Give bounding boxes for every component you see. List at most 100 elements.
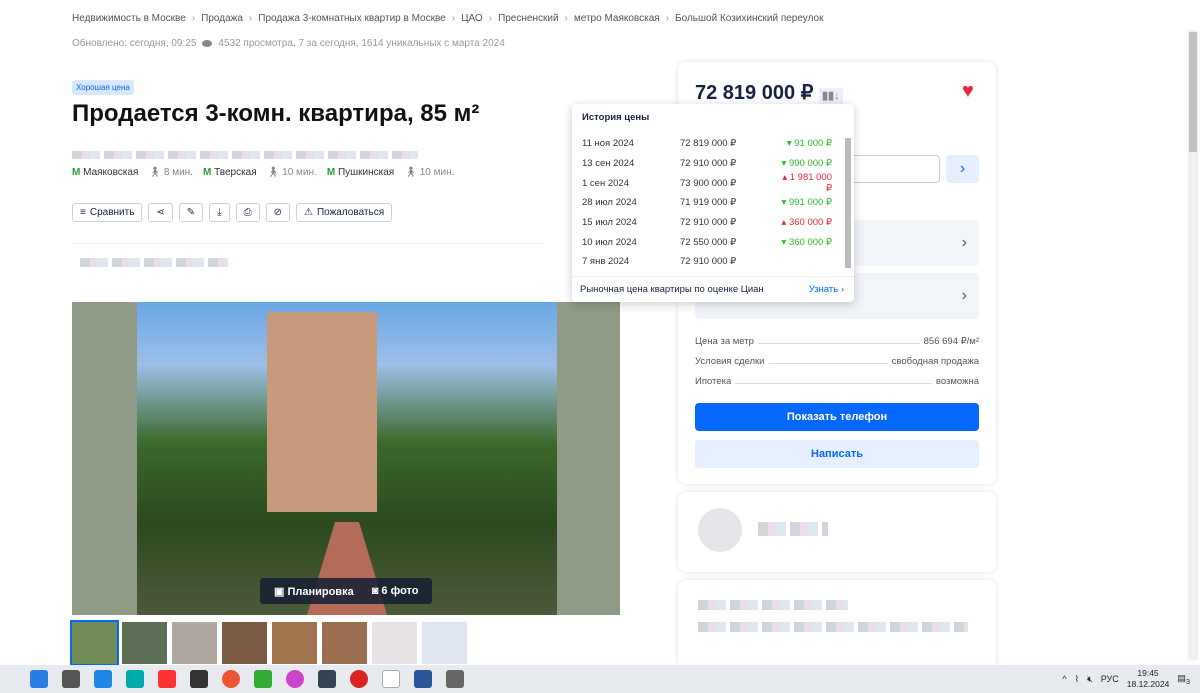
metro-icon: М — [72, 167, 81, 178]
breadcrumb-link[interactable]: Пресненский — [498, 13, 558, 24]
breadcrumb-link[interactable]: ЦАО — [461, 13, 483, 24]
history-row: 13 сен 2024 72 910 000 ₽ ▾ 990 000 ₽ — [582, 158, 832, 170]
volume-muted-icon[interactable]: 🔇︎ — [1087, 674, 1093, 685]
thumbnail[interactable] — [422, 622, 467, 664]
chevron-right-icon: › — [191, 13, 196, 24]
taskbar: ^ ⌇ 🔇︎ РУС 19:45 18.12.2024 ▤3 — [0, 665, 1200, 693]
language-indicator[interactable]: РУС — [1101, 674, 1119, 684]
avatar — [698, 508, 742, 552]
walk-time: 🚶︎ 10 мин. — [404, 167, 455, 178]
dropbox-icon[interactable] — [190, 670, 208, 688]
opera-icon[interactable] — [350, 670, 368, 688]
updated-text: Обновлено: сегодня, 09:25 — [72, 38, 197, 49]
blurred-name — [758, 522, 828, 536]
network-icon[interactable]: ⌇ — [1075, 674, 1079, 685]
camera-icon: ◙ — [371, 585, 379, 597]
thumbnail[interactable] — [272, 622, 317, 664]
good-price-badge: Хорошая цена — [72, 80, 134, 95]
clock[interactable]: 19:45 18.12.2024 — [1127, 668, 1170, 690]
history-row: 10 июл 2024 72 550 000 ₽ ▾ 360 000 ₽ — [582, 236, 832, 248]
hide-icon: ⊘ — [273, 207, 282, 218]
walk-time: 🚶︎ 10 мин. — [266, 167, 317, 178]
history-row: 1 сен 2024 73 900 000 ₽ ▴ 1 981 000 ₽ — [582, 172, 832, 195]
thumbnails — [70, 620, 467, 666]
app-icon[interactable] — [30, 670, 48, 688]
share-button[interactable]: ⋖ — [148, 203, 173, 222]
yandex-icon[interactable] — [158, 670, 176, 688]
chevron-right-icon: › — [665, 13, 670, 24]
chevron-right-icon: › — [961, 287, 967, 304]
thumbnail[interactable] — [172, 622, 217, 664]
chrome-icon[interactable] — [222, 670, 240, 688]
compare-button[interactable]: ≡ Сравнить — [72, 203, 143, 222]
page-scrollbar[interactable] — [1188, 30, 1198, 660]
detail-row: Условия сделки свободная продажа — [695, 356, 979, 367]
eye-icon — [202, 40, 213, 47]
price-history-icon[interactable]: ▮▮↓ — [818, 88, 843, 104]
thumbnail[interactable] — [70, 620, 119, 666]
breadcrumb-link[interactable]: Недвижимость в Москве — [72, 13, 186, 24]
main-photo[interactable]: ▣ Планировка ◙ 6 фото — [72, 302, 620, 615]
photos-button[interactable]: ◙ 6 фото — [372, 585, 419, 597]
thumbnail[interactable] — [372, 622, 417, 664]
popup-footer: Рыночная цена квартиры по оценке Циан Уз… — [572, 276, 854, 302]
breadcrumb-link[interactable]: Продажа 3-комнатных квартир в Москве — [258, 13, 445, 24]
chevron-up-icon[interactable]: ^ — [1062, 674, 1066, 684]
show-phone-button[interactable]: Показать телефон — [695, 403, 979, 431]
thumbnail[interactable] — [222, 622, 267, 664]
write-button[interactable]: Написать — [695, 440, 979, 468]
metro-station[interactable]: М Пушкинская — [327, 167, 394, 178]
edge-icon[interactable] — [126, 670, 144, 688]
task-view-icon[interactable] — [62, 670, 80, 688]
chevron-right-icon: › — [564, 13, 568, 24]
calculator-icon[interactable] — [446, 670, 464, 688]
photo-controls: ▣ Планировка ◙ 6 фото — [260, 578, 433, 604]
thumbnail[interactable] — [322, 622, 367, 664]
breadcrumb-link[interactable]: Большой Козихинский переулок — [675, 13, 823, 24]
b-app-icon[interactable] — [318, 670, 336, 688]
history-row: 11 ноя 2024 72 819 000 ₽ ▾ 91 000 ₽ — [582, 138, 832, 150]
breadcrumb-link[interactable]: метро Маяковская — [574, 13, 660, 24]
compare-icon: ≡ — [80, 207, 86, 218]
mail-icon[interactable] — [94, 670, 112, 688]
notifications-icon[interactable]: ▤3 — [1177, 673, 1190, 686]
blurred-text — [80, 258, 228, 267]
popup-title: История цены — [582, 112, 650, 123]
system-tray: ^ ⌇ 🔇︎ РУС 19:45 18.12.2024 ▤3 — [1062, 668, 1190, 690]
scrollbar[interactable] — [845, 138, 851, 268]
learn-link[interactable]: Узнать › — [809, 284, 844, 295]
plan-button[interactable]: ▣ Планировка — [274, 585, 354, 598]
price-history-popup: История цены 11 ноя 2024 72 819 000 ₽ ▾ 91… — [572, 104, 854, 302]
blurred-text — [698, 600, 848, 610]
chevron-right-button[interactable]: › — [946, 155, 979, 183]
chevron-right-icon: › — [488, 13, 493, 24]
print-button[interactable]: ⎙ — [235, 203, 260, 222]
metro-station[interactable]: М Тверская — [203, 167, 257, 178]
info-card — [678, 580, 996, 670]
hide-button[interactable]: ⊘ — [265, 203, 290, 222]
metro-station[interactable]: М Маяковская — [72, 167, 138, 178]
divider — [72, 243, 544, 244]
edit-button[interactable]: ✎ — [178, 203, 204, 222]
history-row: 15 июл 2024 72 910 000 ₽ ▴ 360 000 ₽ — [582, 217, 832, 229]
download-button[interactable]: ⤓ — [209, 203, 230, 222]
detail-row: Цена за метр 856 694 ₽/м² — [695, 336, 979, 347]
metro-list: М Маяковская 🚶︎ 8 мин. М Тверская 🚶︎ 10 мин… — [72, 167, 454, 178]
breadcrumb-link[interactable]: Продажа — [201, 13, 243, 24]
print-icon: ⎙ — [243, 207, 252, 218]
complain-button[interactable]: ⚠ Пожаловаться — [296, 203, 393, 222]
chevron-right-icon: › — [451, 13, 456, 24]
share-icon: ⋖ — [156, 207, 165, 218]
views-text: 4532 просмотра, 7 за сегодня, 1614 уника… — [218, 38, 505, 49]
file-icon[interactable] — [382, 670, 400, 688]
thumbnail[interactable] — [122, 622, 167, 664]
chevron-right-icon: › — [248, 13, 253, 24]
word-icon[interactable] — [414, 670, 432, 688]
ie-icon[interactable] — [254, 670, 272, 688]
toolbar: ≡ Сравнить ⋖ ✎ ⤓ ⎙ ⊘ ⚠ Пожаловаться — [72, 203, 393, 222]
favorite-heart-icon[interactable]: ♥ — [962, 80, 974, 103]
history-row: 28 июл 2024 71 919 000 ₽ ▾ 991 000 ₽ — [582, 197, 832, 209]
browser-icon[interactable] — [286, 670, 304, 688]
page-title: Продается 3-комн. квартира, 85 м² — [72, 100, 480, 127]
walk-time: 🚶︎ 8 мин. — [148, 167, 193, 178]
